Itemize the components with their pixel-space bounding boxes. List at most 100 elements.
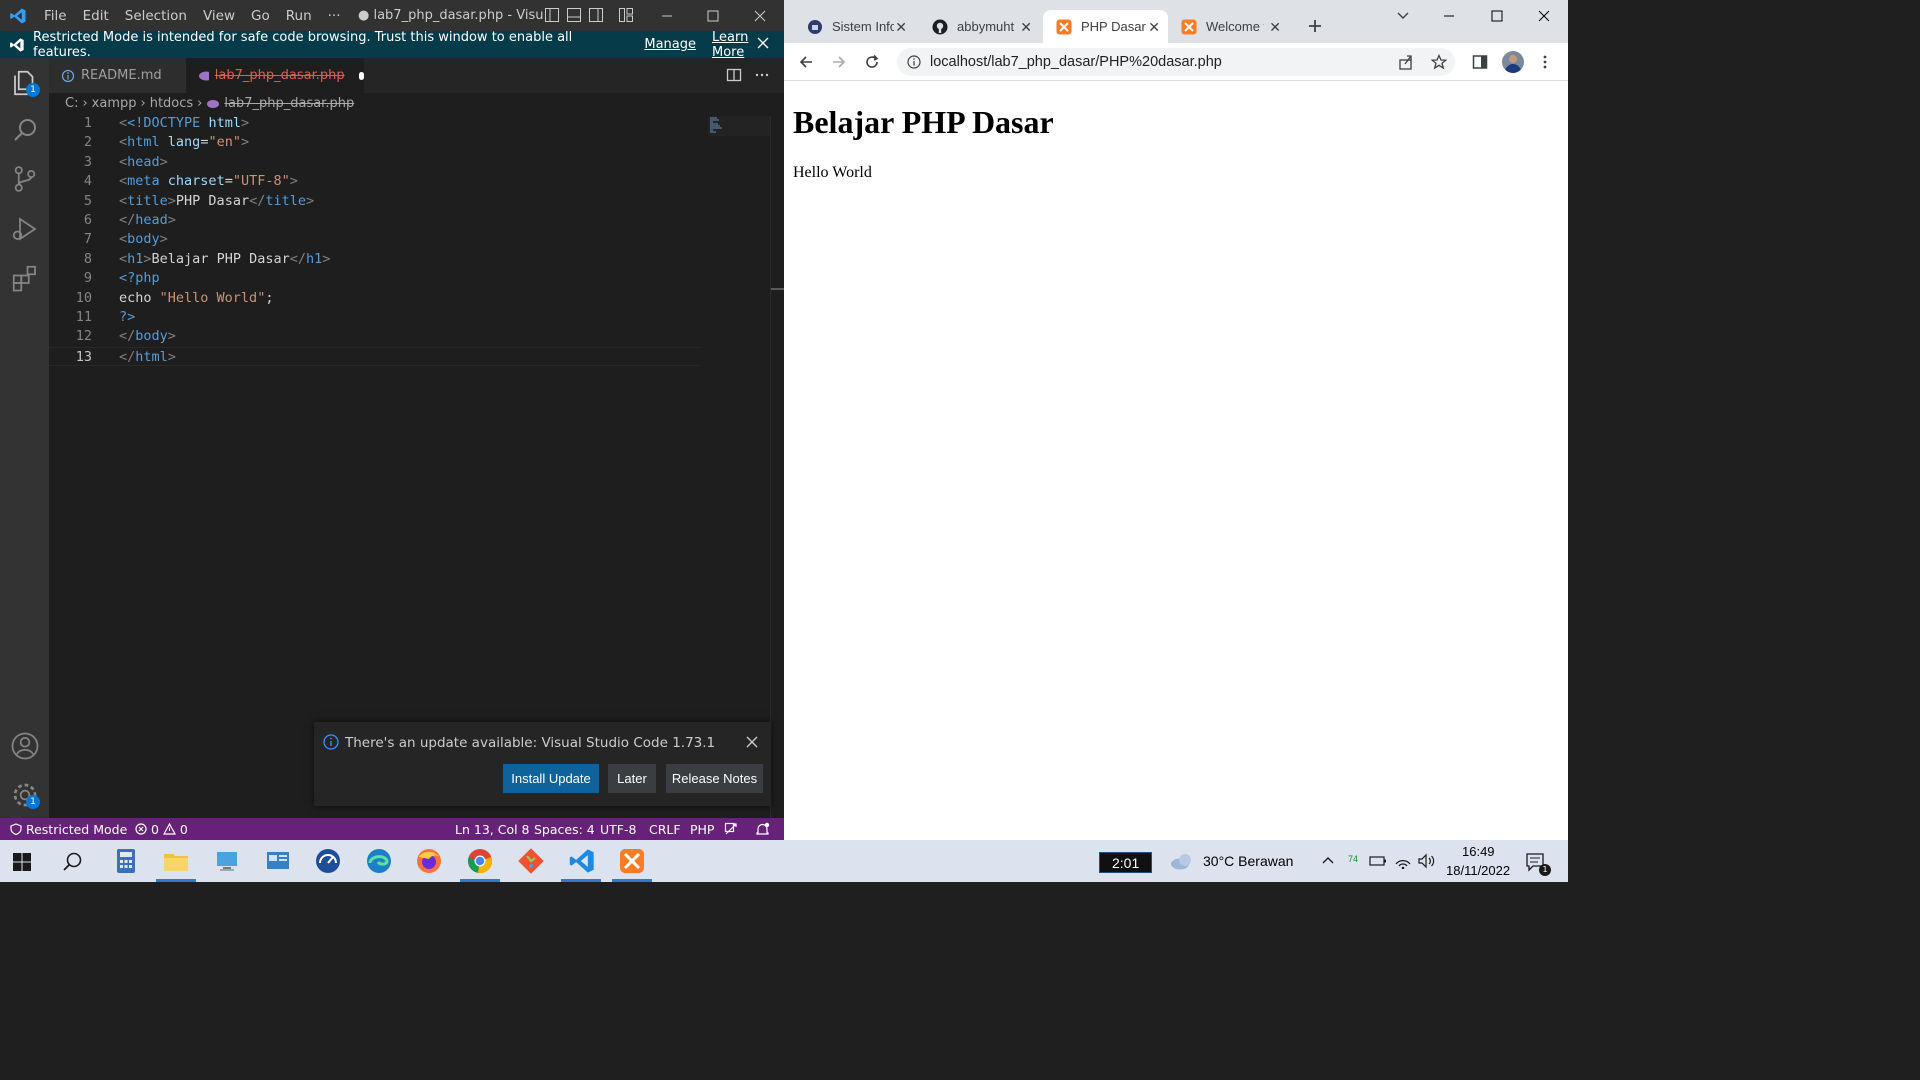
bookmark-star-icon[interactable] (1431, 54, 1447, 70)
clock-date[interactable]: 18/11/2022 (1446, 863, 1510, 878)
tab-readme-label: README.md (81, 68, 162, 83)
minimap[interactable] (708, 116, 770, 136)
shield-icon (10, 823, 22, 836)
breadcrumb-file[interactable]: lab7_php_dasar.php (224, 96, 354, 111)
clock-time[interactable]: 16:49 (1462, 844, 1495, 859)
timer-text: 2:01 (1112, 855, 1140, 871)
line-number: 12 (75, 328, 92, 345)
toggle-sidebar-icon[interactable] (544, 7, 560, 23)
new-tab-icon[interactable] (1307, 18, 1323, 34)
file-explorer-icon[interactable] (162, 847, 190, 875)
close-tab-icon[interactable]: ✕ (1269, 19, 1281, 36)
menu-go[interactable]: Go (243, 8, 278, 24)
active-app-indicator (561, 879, 601, 882)
timer-widget[interactable]: 2:01 (1099, 852, 1152, 873)
profile-avatar[interactable] (1502, 51, 1524, 73)
release-notes-button[interactable]: Release Notes (666, 764, 763, 793)
split-editor-icon[interactable] (726, 67, 742, 83)
windows-start-icon[interactable] (12, 852, 32, 872)
eol-status[interactable]: CRLF (649, 822, 681, 837)
search-icon[interactable] (10, 115, 40, 145)
encoding-status[interactable]: UTF-8 (600, 822, 636, 837)
install-update-button[interactable]: Install Update (503, 764, 599, 793)
git-app-icon[interactable] (517, 847, 545, 875)
browser-tab-sistem-info[interactable]: Sistem Info ✕ (794, 10, 915, 43)
close-tab-icon[interactable]: ✕ (1148, 19, 1160, 36)
edge-browser-icon[interactable] (365, 847, 393, 875)
site-info-icon[interactable] (907, 55, 921, 69)
menu-view[interactable]: View (195, 8, 243, 24)
cursor-position-status[interactable]: Ln 13, Col 8 (455, 822, 530, 837)
unsaved-dot-icon[interactable] (358, 71, 364, 80)
weather-text[interactable]: 30°C Berawan (1203, 853, 1293, 869)
restricted-mode-status[interactable]: Restricted Mode (10, 822, 127, 837)
xampp-app-icon[interactable] (618, 847, 646, 875)
feedback-icon[interactable] (724, 822, 739, 837)
source-control-icon[interactable] (10, 164, 40, 194)
back-arrow-icon[interactable] (798, 54, 814, 70)
minimize-button[interactable] (644, 0, 690, 31)
customize-layout-icon[interactable] (618, 7, 634, 23)
code-editor[interactable]: 1 <<!DOCTYPE html> 2 <html lang="en"> 3 <he… (49, 114, 771, 818)
share-icon[interactable] (1398, 54, 1414, 70)
indentation-status[interactable]: Spaces: 4 (534, 822, 595, 837)
chevron-right-icon: › (82, 96, 88, 111)
minimize-icon[interactable] (1443, 10, 1455, 22)
vscode-app-icon[interactable] (568, 847, 596, 875)
code-line: 9 <?php (49, 269, 701, 288)
extensions-icon[interactable] (10, 263, 40, 293)
breadcrumb-xampp[interactable]: xampp (92, 96, 137, 111)
learn-more-link[interactable]: Learn More (712, 30, 784, 60)
firefox-browser-icon[interactable] (415, 847, 443, 875)
this-pc-app-icon[interactable] (213, 847, 241, 875)
close-tab-icon[interactable]: ✕ (1020, 19, 1032, 36)
speedometer-app-icon[interactable] (314, 847, 342, 875)
address-bar[interactable]: localhost/lab7_php_dasar/PHP%20dasar.php (897, 48, 1455, 76)
scrollbar-track[interactable] (770, 116, 771, 818)
scrollbar-thumb[interactable] (771, 288, 784, 290)
problems-status[interactable]: 0 0 (135, 822, 188, 837)
later-button[interactable]: Later (608, 764, 656, 793)
line-number: 7 (83, 231, 92, 248)
breadcrumb-drive[interactable]: C: (65, 96, 78, 111)
toggle-panel-icon[interactable] (566, 7, 582, 23)
control-panel-app-icon[interactable] (264, 847, 292, 875)
close-window-button[interactable] (737, 0, 783, 31)
chrome-menu-icon[interactable] (1541, 54, 1549, 70)
menu-run[interactable]: Run (278, 8, 320, 24)
more-actions-icon[interactable] (754, 67, 770, 83)
side-panel-icon[interactable] (1472, 54, 1488, 70)
maximize-icon[interactable] (1491, 10, 1503, 22)
accounts-icon[interactable] (10, 731, 40, 761)
calculator-app-icon[interactable] (112, 847, 140, 875)
run-debug-icon[interactable] (10, 214, 40, 244)
maximize-button[interactable] (690, 0, 736, 31)
menu-selection[interactable]: Selection (117, 8, 195, 24)
browser-tab-php-dasar[interactable]: PHP Dasar ✕ (1043, 10, 1168, 43)
breadcrumb-htdocs[interactable]: htdocs (150, 96, 193, 111)
close-icon[interactable] (1538, 10, 1550, 22)
tab-search-chevron-down-icon[interactable] (1396, 11, 1410, 21)
battery-icon[interactable] (1369, 854, 1387, 868)
tab-readme[interactable]: README.md (49, 58, 186, 93)
language-status[interactable]: PHP (690, 822, 714, 837)
browser-tab-github[interactable]: abbymuht ✕ (919, 10, 1040, 43)
toggle-secondary-sidebar-icon[interactable] (588, 7, 604, 23)
menu-file[interactable]: File (36, 8, 75, 24)
close-notification-icon[interactable] (745, 735, 759, 749)
menu-more[interactable]: ··· (320, 8, 349, 24)
speaker-volume-icon[interactable] (1417, 853, 1436, 869)
manage-link[interactable]: Manage (644, 37, 696, 52)
chrome-browser-icon[interactable] (466, 847, 494, 875)
notifications-bell-icon[interactable] (755, 822, 770, 837)
search-icon[interactable] (62, 851, 84, 873)
forward-arrow-icon[interactable] (831, 54, 847, 70)
chevron-up-icon[interactable] (1321, 855, 1335, 865)
browser-tab-welcome[interactable]: Welcome t ✕ (1168, 10, 1289, 43)
wifi-icon[interactable] (1394, 853, 1412, 869)
close-banner-icon[interactable] (756, 36, 770, 50)
menu-edit[interactable]: Edit (75, 8, 117, 24)
tab-lab7-php[interactable]: lab7_php_dasar.php (186, 58, 364, 93)
close-tab-icon[interactable]: ✕ (895, 19, 907, 36)
reload-icon[interactable] (864, 54, 880, 70)
